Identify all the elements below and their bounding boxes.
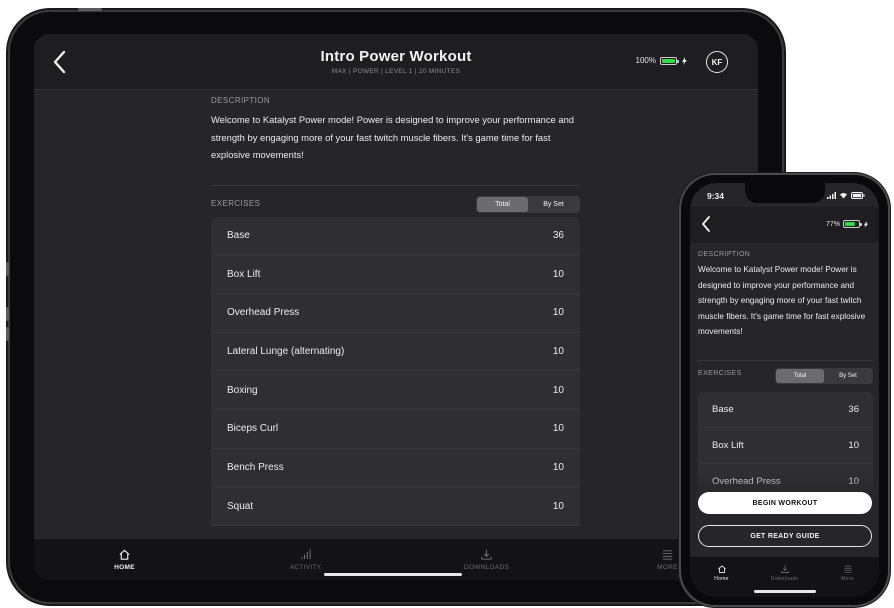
nav-activity-label: ACTIVITY bbox=[289, 564, 322, 571]
exercises-label: EXERCISES bbox=[211, 198, 261, 208]
description-label: DESCRIPTION bbox=[698, 251, 751, 258]
nav-home[interactable]: HOME bbox=[34, 539, 215, 580]
exercise-row[interactable]: Overhead Press 10 bbox=[211, 294, 580, 333]
exercise-list: Base 36 Box Lift 10 Overhead Press 10 Lateral … bbox=[211, 216, 580, 526]
download-icon bbox=[780, 565, 789, 573]
segment-total[interactable]: Total bbox=[776, 368, 824, 383]
battery-status: 77% bbox=[826, 220, 869, 228]
get-ready-guide-button[interactable]: GET READY GUIDE bbox=[698, 525, 872, 547]
nav-downloads[interactable]: Downloads bbox=[753, 557, 816, 589]
exercise-count: 36 bbox=[552, 229, 564, 241]
exercise-count: 10 bbox=[848, 439, 859, 451]
begin-workout-button[interactable]: BEGIN WORKOUT bbox=[698, 492, 872, 514]
exercise-name: Squat bbox=[227, 500, 254, 512]
tablet-top-button bbox=[78, 8, 102, 11]
workout-content: DESCRIPTION Welcome to Katalyst Power mo… bbox=[211, 96, 580, 526]
workout-subtitle: MAX | POWER | LEVEL 1 | 20 MINUTES bbox=[331, 68, 461, 75]
nav-downloads-label: DOWNLOADS bbox=[463, 564, 510, 571]
phone-content: DESCRIPTION Welcome to Katalyst Power mo… bbox=[698, 251, 873, 500]
segment-by-set[interactable]: By Set bbox=[824, 369, 872, 383]
exercise-count: 10 bbox=[552, 307, 564, 319]
battery-fill bbox=[662, 58, 675, 63]
charging-bolt-icon bbox=[863, 220, 869, 228]
exercise-row[interactable]: Biceps Curl 10 bbox=[211, 410, 580, 449]
exercises-header: EXERCISES Total By Set bbox=[211, 186, 580, 214]
workout-header: Intro Power Workout MAX | POWER | LEVEL … bbox=[34, 34, 758, 90]
exercise-count: 36 bbox=[848, 403, 859, 415]
exercise-count: 10 bbox=[552, 268, 564, 280]
exercise-row[interactable]: Squat 10 bbox=[211, 487, 580, 526]
exercise-count: 10 bbox=[552, 384, 564, 396]
exercise-name: Overhead Press bbox=[227, 307, 300, 319]
total-byset-toggle: Total By Set bbox=[775, 367, 873, 384]
exercise-row[interactable]: Bench Press 10 bbox=[211, 449, 580, 488]
exercise-name: Biceps Curl bbox=[227, 423, 279, 435]
status-battery-icon bbox=[851, 192, 865, 199]
status-icons bbox=[827, 192, 865, 199]
nav-more-label: MORE bbox=[657, 564, 678, 571]
charging-bolt-icon bbox=[682, 56, 687, 65]
battery-percent: 77% bbox=[825, 220, 840, 228]
tablet-device: Intro Power Workout MAX | POWER | LEVEL … bbox=[6, 8, 782, 602]
exercise-name: Base bbox=[227, 229, 250, 241]
home-indicator bbox=[324, 573, 462, 576]
exercise-row[interactable]: Base 36 bbox=[698, 392, 873, 428]
nav-more-label: More bbox=[841, 576, 854, 582]
exercise-name: Box Lift bbox=[712, 439, 744, 451]
phone-notch bbox=[745, 183, 825, 203]
exercise-name: Boxing bbox=[227, 384, 258, 396]
cellular-signal-icon bbox=[827, 192, 836, 199]
exercises-header: EXERCISES Total By Set bbox=[698, 361, 873, 385]
exercise-count: 10 bbox=[552, 345, 564, 357]
exercise-count: 10 bbox=[552, 461, 564, 473]
total-byset-toggle: Total By Set bbox=[476, 195, 580, 213]
nav-home-label: Home bbox=[714, 576, 729, 582]
exercise-row[interactable]: Boxing 10 bbox=[211, 371, 580, 410]
download-icon bbox=[481, 549, 492, 560]
exercise-name: Base bbox=[712, 403, 734, 415]
nav-home[interactable]: Home bbox=[690, 557, 753, 589]
exercises-label: EXERCISES bbox=[698, 369, 742, 377]
battery-percent: 100% bbox=[635, 56, 656, 65]
exercise-name: Box Lift bbox=[227, 268, 261, 280]
segment-total[interactable]: Total bbox=[477, 196, 528, 212]
exercise-name: Bench Press bbox=[227, 461, 284, 473]
description-text: Welcome to Katalyst Power mode! Power is… bbox=[698, 265, 866, 337]
tablet-side-button bbox=[6, 307, 9, 321]
nav-downloads-label: Downloads bbox=[770, 576, 799, 582]
exercise-row[interactable]: Lateral Lunge (alternating) 10 bbox=[211, 333, 580, 372]
home-indicator bbox=[754, 590, 816, 593]
description-text: Welcome to Katalyst Power mode! Power is… bbox=[211, 114, 575, 160]
menu-lines-icon bbox=[843, 565, 852, 573]
description-label: DESCRIPTION bbox=[211, 96, 271, 105]
back-chevron-icon[interactable] bbox=[700, 215, 712, 233]
phone-screen: 9:34 77% DESCRIPTION Welcome to Katalyst… bbox=[690, 183, 879, 597]
nav-more[interactable]: More bbox=[816, 557, 879, 589]
activity-bars-icon bbox=[301, 548, 311, 560]
avatar[interactable]: KF bbox=[706, 51, 728, 73]
battery-fill bbox=[845, 222, 855, 226]
exercise-row[interactable]: Box Lift 10 bbox=[211, 255, 580, 294]
tablet-screen: Intro Power Workout MAX | POWER | LEVEL … bbox=[34, 34, 758, 580]
tablet-side-button bbox=[6, 327, 9, 341]
exercise-row[interactable]: Base 36 bbox=[211, 217, 580, 256]
phone-header: 77% bbox=[690, 207, 879, 243]
exercise-row[interactable]: Box Lift 10 bbox=[698, 428, 873, 464]
battery-status: 100% bbox=[636, 56, 688, 65]
exercise-count: 10 bbox=[552, 423, 564, 435]
status-time: 9:34 bbox=[707, 191, 725, 201]
exercise-count: 10 bbox=[552, 500, 564, 512]
home-icon bbox=[119, 549, 130, 560]
menu-lines-icon bbox=[662, 550, 673, 560]
wifi-icon bbox=[840, 193, 847, 199]
phone-device: 9:34 77% DESCRIPTION Welcome to Katalyst… bbox=[681, 175, 888, 605]
battery-icon bbox=[843, 220, 862, 228]
battery-icon bbox=[660, 56, 679, 65]
home-icon bbox=[717, 565, 726, 573]
exercise-name: Lateral Lunge (alternating) bbox=[227, 345, 345, 357]
tablet-side-button bbox=[6, 262, 9, 276]
segment-by-set[interactable]: By Set bbox=[528, 197, 579, 212]
nav-home-label: HOME bbox=[114, 564, 135, 571]
